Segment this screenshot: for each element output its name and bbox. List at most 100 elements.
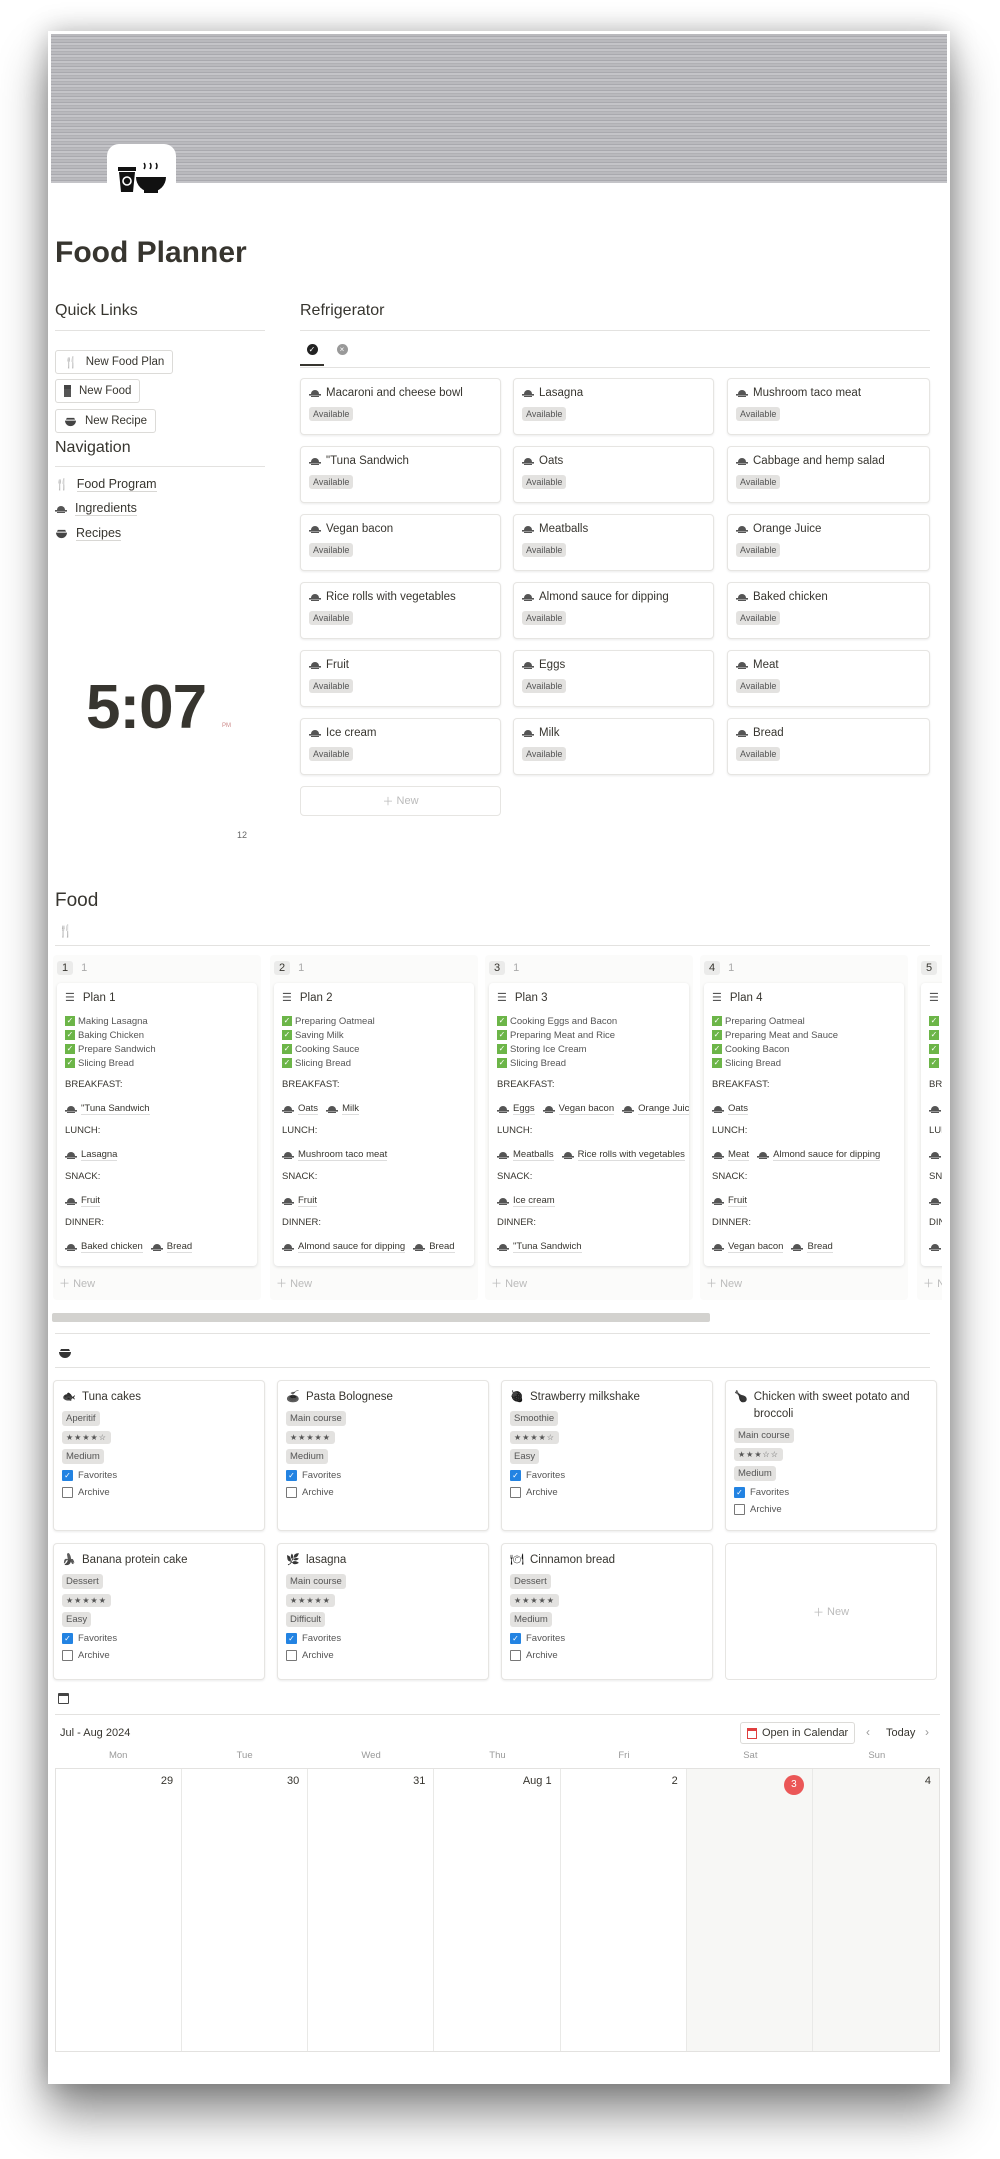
favorites-checkbox[interactable]: ✓ Favorites	[62, 1633, 256, 1644]
meal-item-link[interactable]: Baked chicken	[65, 1240, 143, 1254]
calendar-day-cell[interactable]: 2	[561, 1769, 687, 2051]
favorites-checkbox[interactable]: ✓ Favorites	[734, 1487, 928, 1498]
favorites-checkbox[interactable]: ✓ Favorites	[62, 1470, 256, 1481]
checkbox[interactable]: ✓	[62, 1470, 73, 1481]
meal-item-link[interactable]	[929, 1240, 942, 1254]
meal-item-link[interactable]: Orange Juice	[622, 1102, 689, 1116]
checkbox[interactable]: ✓	[510, 1470, 521, 1481]
dish-icon	[929, 1105, 941, 1113]
favorites-checkbox[interactable]: ✓ Favorites	[510, 1470, 704, 1481]
checkbox[interactable]: ✓	[286, 1470, 297, 1481]
meal-item-link[interactable]: Bread	[791, 1240, 833, 1254]
plan-card[interactable]: ☰ Plan 4 ✓ Preparing Oatmeal ✓ Preparing Meat…	[704, 983, 904, 1266]
meal-item-link[interactable]: Oats	[282, 1102, 319, 1116]
archive-checkbox[interactable]: Archive	[286, 1487, 480, 1498]
board-horizontal-scrollbar[interactable]	[52, 1313, 710, 1322]
meal-item-link[interactable]: "Tuna Sandwich	[65, 1102, 150, 1116]
calendar-icon[interactable]	[58, 1693, 69, 1704]
meal-item-link[interactable]: Almond sauce for dipping	[282, 1240, 406, 1254]
recipe-card[interactable]: 🍌 Banana protein cake Dessert ★★★★★ Easy ✓ Fav…	[53, 1543, 265, 1680]
calendar-day-cell[interactable]: 31	[308, 1769, 435, 2051]
board-new-button[interactable]: ＋ New	[276, 1275, 312, 1291]
plan-card[interactable]: ☰ Plan 1 ✓ Making Lasagna ✓ Baking Chicken ✓ Pr…	[57, 983, 257, 1266]
task-item: ✓ Preparing Oatmeal	[712, 1014, 896, 1028]
open-in-calendar-button[interactable]: Open in Calendar	[740, 1722, 856, 1744]
checkbox[interactable]	[62, 1650, 73, 1661]
calendar-day-cell[interactable]: 30	[182, 1769, 309, 2051]
recipe-card[interactable]: 🍽 Cinnamon bread Dessert ★★★★★ Medium ✓ Favori…	[501, 1543, 713, 1680]
board-new-button[interactable]: ＋ New	[706, 1275, 742, 1291]
today-button[interactable]: Today	[886, 1727, 915, 1739]
calendar-day-cell[interactable]: 29	[56, 1769, 183, 2051]
meal-item-link[interactable]	[929, 1148, 942, 1162]
favorites-checkbox[interactable]: ✓ Favorites	[510, 1633, 704, 1644]
favorites-checkbox[interactable]: ✓ Favorites	[286, 1470, 480, 1481]
meal-item-link[interactable]	[929, 1194, 942, 1208]
meal-item-link[interactable]: Ice cream	[497, 1194, 555, 1208]
meal-item-link[interactable]: Vegan bacon	[542, 1102, 615, 1116]
dinner-items: Baked chicken Bread	[65, 1240, 249, 1254]
board-new-button[interactable]: ＋ New	[59, 1275, 95, 1291]
archive-checkbox[interactable]: Archive	[510, 1487, 704, 1498]
archive-checkbox[interactable]: Archive	[62, 1650, 256, 1661]
meal-item-link[interactable]: Rice rolls with vegetables	[561, 1148, 685, 1162]
recipe-card[interactable]: 🍓 Strawberry milkshake Smoothie ★★★★☆ Easy ✓ F…	[501, 1380, 713, 1531]
checkbox[interactable]: ✓	[510, 1633, 521, 1644]
meal-item-link[interactable]: Almond sauce for dipping	[757, 1148, 881, 1162]
checkbox[interactable]: ✓	[286, 1633, 297, 1644]
rating-stars: ★★★☆☆	[734, 1448, 783, 1461]
group-count: 1	[298, 962, 305, 974]
meal-item-link[interactable]: Bread	[150, 1240, 193, 1254]
calendar-day-cell[interactable]: Aug 1	[434, 1769, 561, 2051]
meal-item-link[interactable]: Fruit	[712, 1194, 747, 1208]
plan-card[interactable]: ☰ Plan 2 ✓ Preparing Oatmeal ✓ Saving Milk ✓ Co…	[274, 983, 474, 1266]
checkbox[interactable]	[510, 1487, 521, 1498]
meal-item-link[interactable]: "Tuna Sandwich	[497, 1240, 582, 1254]
meal-item-link[interactable]: Milk	[326, 1102, 359, 1116]
calendar-day-cell[interactable]: 3	[686, 1769, 813, 2051]
archive-checkbox[interactable]: Archive	[510, 1650, 704, 1661]
favorites-checkbox[interactable]: ✓ Favorites	[286, 1633, 480, 1644]
checkbox[interactable]	[734, 1504, 745, 1515]
meal-item-link[interactable]: Eggs	[497, 1102, 535, 1116]
checkbox[interactable]	[286, 1650, 297, 1661]
board-new-button[interactable]: ＋ New	[491, 1275, 527, 1291]
calendar-range: Jul - Aug 2024	[60, 1727, 131, 1739]
meal-item-link[interactable]: Oats	[712, 1102, 749, 1116]
checkbox[interactable]: ✓	[734, 1487, 745, 1498]
board-new-button[interactable]: ＋ New	[923, 1275, 942, 1291]
recipe-card[interactable]: 🐟 Tuna cakes Aperitif ★★★★☆ Medium ✓ Favorites…	[53, 1380, 265, 1531]
checkbox[interactable]	[286, 1487, 297, 1498]
meal-item-link[interactable]: Bread	[413, 1240, 455, 1254]
recipe-card[interactable]: 🍝 Pasta Bolognese Main course ★★★★★ Medium ✓ F…	[277, 1380, 489, 1531]
archive-checkbox[interactable]: Archive	[734, 1504, 928, 1515]
meal-item-link[interactable]: Mushroom taco meat	[282, 1148, 388, 1162]
meal-item-link[interactable]: Fruit	[65, 1194, 100, 1208]
recipe-new-button[interactable]: ＋ New	[725, 1543, 937, 1680]
open-in-calendar-label: Open in Calendar	[762, 1727, 849, 1739]
rating-stars: ★★★★★	[286, 1594, 335, 1607]
checkbox[interactable]: ✓	[62, 1633, 73, 1644]
plan-card[interactable]: ☰ Plan 3 ✓ Cooking Eggs and Bacon ✓ Preparing…	[489, 983, 689, 1266]
meal-item-name: Lasagna	[81, 1149, 118, 1161]
meal-item-link[interactable]: Fruit	[282, 1194, 317, 1208]
recipe-card[interactable]: 🌿 lasagna Main course ★★★★★ Difficult ✓ Favori…	[277, 1543, 489, 1680]
archive-checkbox[interactable]: Archive	[286, 1650, 480, 1661]
meal-item-link[interactable]: Vegan bacon	[712, 1240, 784, 1254]
calendar-day-cell[interactable]: 4	[812, 1769, 939, 2051]
meal-item-link[interactable]: Meat	[712, 1148, 750, 1162]
weekday-label: Sun	[868, 1750, 886, 1761]
meal-item-link[interactable]	[929, 1102, 942, 1116]
dish-icon	[929, 1151, 941, 1159]
prev-chevron-icon[interactable]: ‹	[866, 1725, 870, 1739]
checkbox[interactable]	[510, 1650, 521, 1661]
snack-label: SNACK:	[282, 1171, 318, 1182]
next-chevron-icon[interactable]: ›	[925, 1725, 929, 1739]
plan-card[interactable]: ☰ ✓ ✓ ✓ ✓ BREAKFAST: LUNCH: SNACK: DINNER:	[921, 983, 942, 1266]
bowl-icon[interactable]	[58, 1346, 72, 1364]
checkbox[interactable]	[62, 1487, 73, 1498]
recipe-card[interactable]: 🍗 Chicken with sweet potato and broccoli M…	[725, 1380, 937, 1531]
meal-item-link[interactable]: Meatballs	[497, 1148, 554, 1162]
archive-checkbox[interactable]: Archive	[62, 1487, 256, 1498]
meal-item-link[interactable]: Lasagna	[65, 1148, 118, 1162]
